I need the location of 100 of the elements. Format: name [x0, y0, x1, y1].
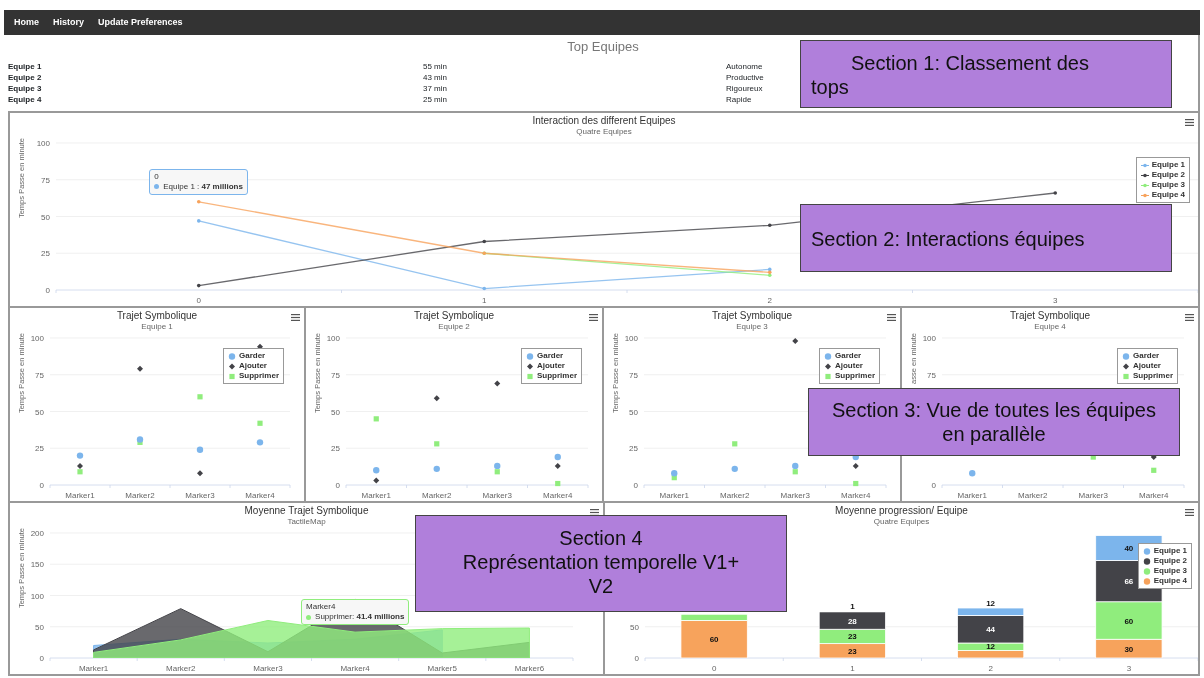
axis-tick-label: Marker4: [245, 491, 275, 500]
team-time: 25 min: [423, 94, 447, 105]
legend-label: Ajouter: [835, 361, 863, 371]
data-label: 23: [847, 646, 857, 656]
axis-tick-label: 75: [927, 370, 936, 380]
legend-label: Equipe 4: [1153, 576, 1187, 586]
axis-tick-label: 0: [39, 481, 44, 490]
axis-tick-label: 100: [36, 139, 50, 148]
axis-tick-label: 0: [196, 296, 201, 305]
axis-tick-label: 100: [624, 334, 638, 343]
axis-tick-label: 25: [629, 444, 638, 454]
data-label: 60: [1124, 616, 1134, 626]
axis-tick-label: 200: [30, 529, 44, 538]
team-time: 37 min: [423, 83, 447, 94]
chart-title: Trajet Symbolique: [1009, 310, 1091, 321]
axis-tick-label: Marker3: [482, 491, 512, 500]
chart-title: Trajet Symbolique: [116, 310, 198, 321]
axis-tick-label: 0: [931, 481, 936, 490]
axis-tick-label: Marker3: [185, 491, 215, 500]
axis-tick-label: 25: [331, 444, 340, 454]
axis-tick-label: Marker6: [514, 664, 545, 673]
legend-label: Garder: [239, 351, 266, 361]
axis-tick-label: 25: [35, 444, 44, 454]
chart-title: Trajet Symbolique: [413, 310, 495, 321]
axis-tick-label: Marker2: [1018, 491, 1048, 500]
axis-tick-label: Marker3: [1078, 491, 1108, 500]
axis-tick-label: Marker2: [422, 491, 452, 500]
section-title: Top Equipes: [567, 39, 639, 54]
legend-label: Supprimer: [537, 371, 577, 381]
chart-title: Trajet Symbolique: [711, 310, 793, 321]
tooltip-text: Equipe 1 : 47 millions: [163, 181, 243, 192]
legend-label: Ajouter: [537, 361, 565, 371]
chart-subtitle: Equipe 1: [141, 322, 173, 331]
axis-tick-label: 50: [629, 407, 638, 417]
axis-tick-label: 50: [331, 407, 340, 417]
legend-label: Equipe 3: [1151, 180, 1185, 190]
axis-tick-label: Marker1: [361, 491, 391, 500]
axis-tick-label: Marker1: [659, 491, 689, 500]
axis-tick-label: 75: [41, 175, 50, 185]
team-trait: Rapide: [726, 94, 752, 105]
axis-tick-label: 1: [482, 296, 487, 305]
legend-label: Supprimer: [835, 371, 875, 381]
axis-tick-label: Marker2: [166, 664, 196, 673]
data-label: 30: [1124, 644, 1134, 654]
data-label: 60: [709, 635, 719, 645]
team-time: 55 min: [423, 61, 447, 72]
chart-subtitle: Quatre Equipes: [873, 517, 930, 526]
axis-tick-label: 3: [1126, 664, 1132, 673]
axis-tick-label: 50: [35, 407, 44, 417]
axis-tick-label: 50: [41, 212, 50, 222]
legend-label: Equipe 1: [1151, 160, 1185, 170]
data-label: 23: [847, 632, 857, 642]
axis-tick-label: 0: [45, 286, 50, 295]
axis-tick-label: Marker4: [543, 491, 573, 500]
axis-tick-label: Marker3: [253, 664, 283, 673]
axis-tick-label: 2: [988, 664, 993, 673]
team-name: Equipe 3: [8, 83, 42, 94]
team-name: Equipe 4: [8, 94, 42, 105]
data-label: 28: [847, 616, 857, 626]
tooltip-header: 0: [154, 171, 159, 181]
annotation-note: Section 1: Classement des tops: [800, 40, 1172, 108]
axis-tick-label: 50: [35, 622, 44, 632]
axis-tick-label: Marker4: [340, 664, 370, 673]
axis-tick-label: 2: [767, 296, 772, 305]
annotation-note: Section 2: Interactions équipes: [800, 204, 1172, 272]
chart-subtitle: Quatre Equipes: [576, 127, 632, 136]
axis-tick-label: Marker1: [65, 491, 95, 500]
axis-tick-label: 100: [922, 334, 936, 343]
axis-tick-label: 150: [30, 560, 44, 570]
axis-tick-label: 1: [850, 664, 855, 673]
data-label: 12: [986, 641, 996, 651]
team-trait: Productive: [726, 72, 764, 83]
legend-label: Equipe 3: [1153, 566, 1187, 576]
data-label: 1: [850, 602, 855, 612]
legend-label: Equipe 4: [1151, 190, 1185, 200]
axis-tick-label: 0: [634, 654, 639, 663]
axis-tick-label: 100: [326, 334, 340, 343]
axis-tick-label: 100: [30, 591, 44, 601]
axis-tick-label: 0: [335, 481, 340, 490]
axis-tick-label: Marker5: [427, 664, 457, 673]
team-name: Equipe 1: [8, 61, 42, 72]
chart-subtitle: Equipe 2: [438, 322, 470, 331]
axis-tick-label: 0: [711, 664, 717, 673]
data-label: 12: [986, 599, 996, 608]
team-time: 43 min: [423, 72, 447, 83]
chart-title: Moyenne progression/ Equipe: [835, 505, 968, 516]
legend-label: Garder: [1133, 351, 1160, 361]
chart-subtitle: Equipe 3: [736, 322, 768, 331]
axis-tick-label: 25: [41, 249, 50, 259]
axis-tick-label: Marker4: [1139, 491, 1169, 500]
axis-tick-label: 50: [630, 622, 639, 632]
team-trait: Autonome: [726, 61, 763, 72]
legend-label: Equipe 1: [1153, 546, 1187, 556]
axis-tick-label: Marker3: [780, 491, 810, 500]
axis-tick-label: 0: [633, 481, 638, 490]
annotation-note: Section 3: Vue de toutes les équipes en parallèle: [808, 388, 1180, 456]
legend-label: Ajouter: [1133, 361, 1161, 371]
axis-tick-label: 75: [331, 370, 340, 380]
legend-label: Supprimer: [239, 371, 279, 381]
axis-tick-label: 75: [35, 370, 44, 380]
